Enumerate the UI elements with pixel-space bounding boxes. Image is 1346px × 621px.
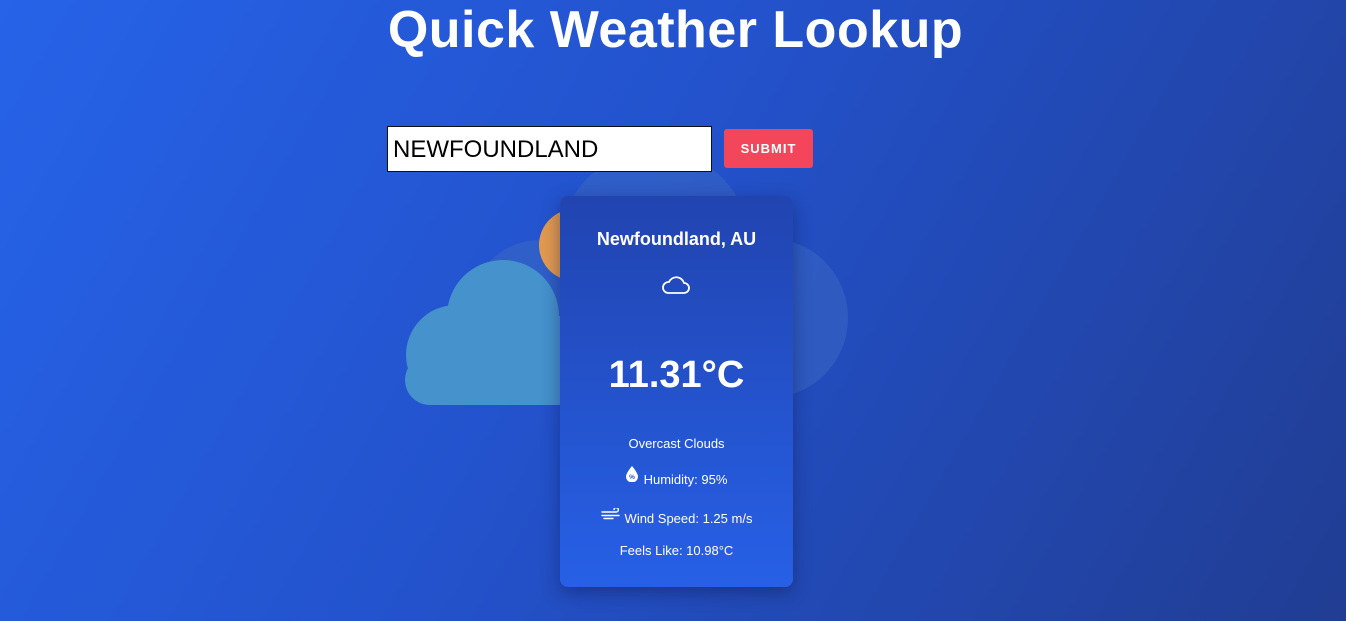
wind-icon [600,508,620,520]
weather-card: Newfoundland, AU 11.31°C Overcast Clouds… [560,196,793,587]
humidity-text: Humidity: 95% [643,472,728,487]
temperature-value: 11.31°C [608,354,745,396]
svg-text:%: % [629,474,635,481]
humidity-row: % Humidity: 95% [560,466,793,487]
feels-like-text: Feels Like: 10.98°C [619,543,734,558]
feels-like-row: Feels Like: 10.98°C [560,543,793,558]
cloud-icon [662,276,690,294]
city-search-input[interactable] [387,126,712,172]
page-title: Quick Weather Lookup [387,1,964,59]
humidity-drop-icon: % [625,466,638,482]
wind-speed-text: Wind Speed: 1.25 m/s [624,511,753,526]
weather-description: Overcast Clouds [628,436,725,451]
location-name: Newfoundland, AU [596,229,757,249]
submit-button[interactable]: SUBMIT [724,129,813,168]
wind-row: Wind Speed: 1.25 m/s [560,508,793,526]
